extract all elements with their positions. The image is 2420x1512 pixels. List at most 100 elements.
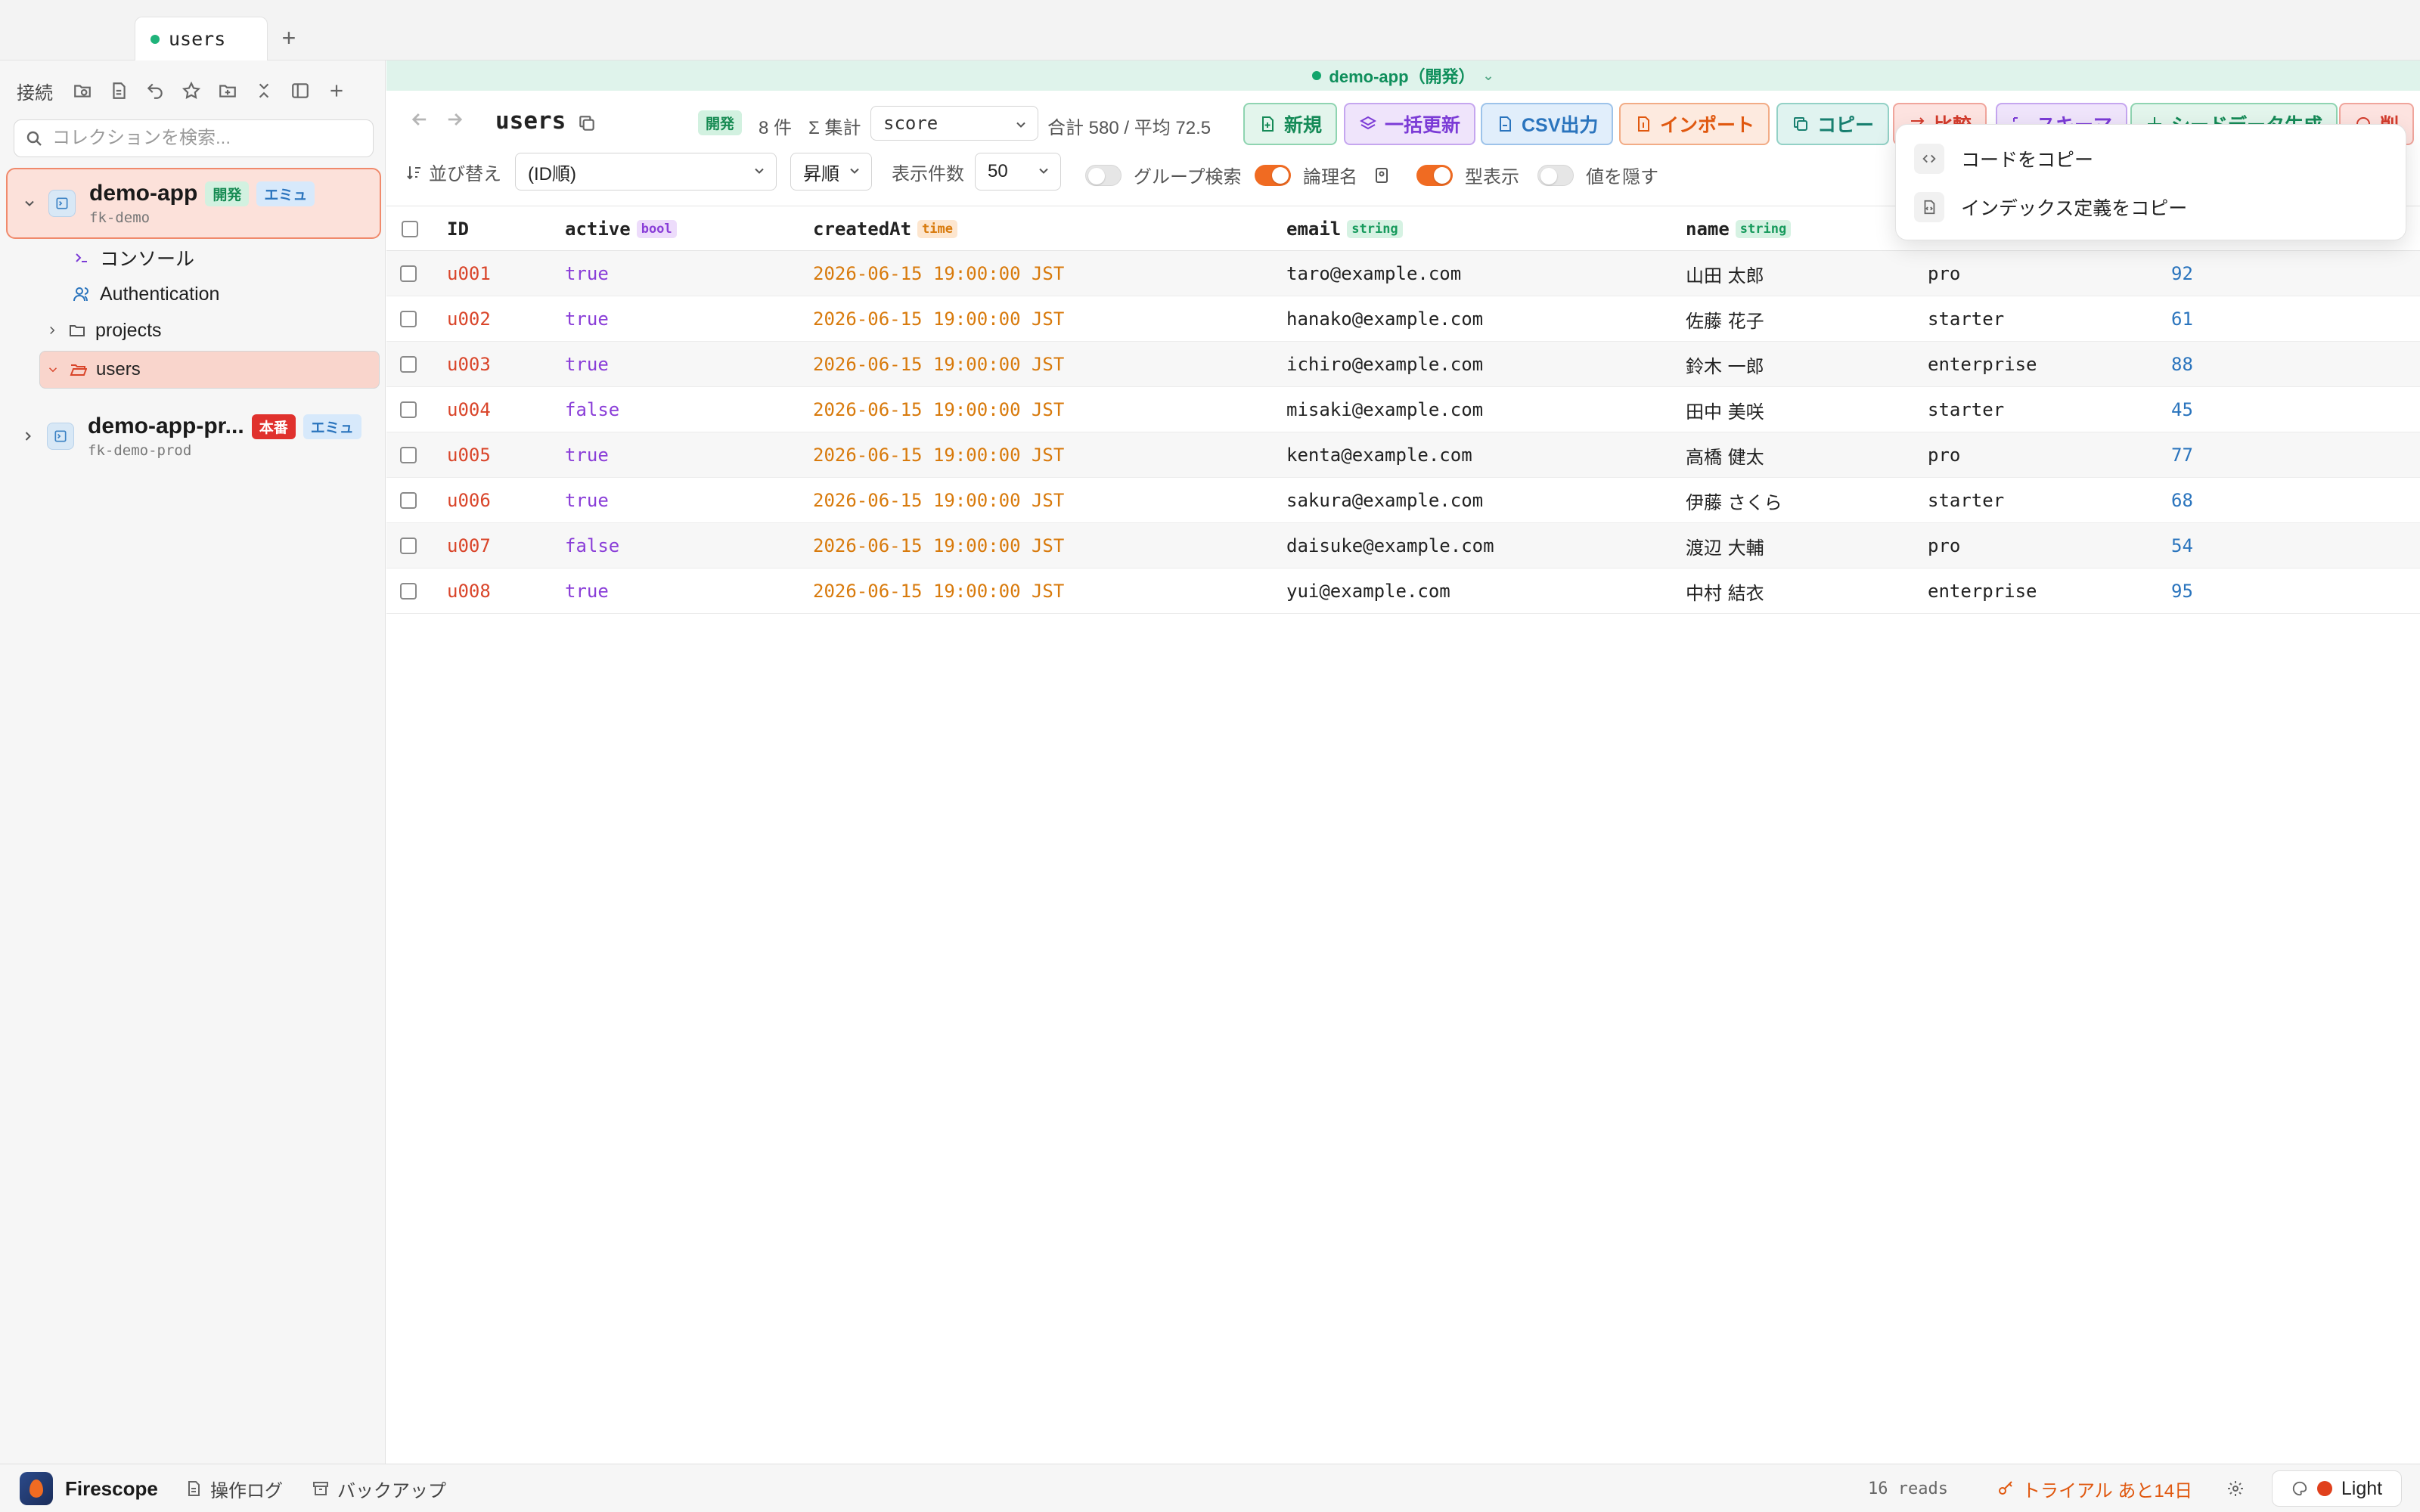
cell-score[interactable]: 45 — [2171, 387, 2193, 432]
chevron-right-icon[interactable] — [20, 429, 36, 444]
menu-item-copy-code[interactable]: コードをコピー — [1914, 140, 2093, 178]
settings-button[interactable] — [2226, 1464, 2245, 1512]
collection-search[interactable] — [14, 119, 374, 157]
menu-item-copy-index-definition[interactable]: インデックス定義をコピー — [1914, 188, 2187, 226]
connection-demo-app[interactable]: demo-app 開発 エミュ fk-demo — [6, 168, 381, 239]
cell-id[interactable]: u004 — [447, 387, 491, 432]
row-checkbox[interactable] — [400, 538, 417, 554]
row-checkbox[interactable] — [400, 492, 417, 509]
logical-name-toggle[interactable] — [1255, 164, 1291, 186]
cell-id[interactable]: u001 — [447, 251, 491, 296]
cell-score[interactable]: 54 — [2171, 523, 2193, 569]
environment-bar[interactable]: demo-app（開発） ⌄ — [386, 60, 2420, 91]
tag-icon[interactable] — [1373, 166, 1391, 184]
folder-plus-icon[interactable] — [218, 81, 237, 101]
cell-email[interactable]: yui@example.com — [1286, 569, 1450, 614]
trial-button[interactable]: トライアル あと14日 — [1996, 1464, 2192, 1512]
group-search-toggle[interactable] — [1085, 164, 1122, 186]
table-row[interactable]: u003 true 2026-06-15 19:00:00 JST ichiro… — [386, 342, 2420, 387]
aggregate-field-select[interactable]: score — [870, 106, 1038, 141]
cell-email[interactable]: taro@example.com — [1286, 251, 1461, 296]
cell-plan[interactable]: pro — [1928, 523, 1960, 569]
chevron-right-icon[interactable] — [45, 324, 59, 337]
cell-plan[interactable]: enterprise — [1928, 342, 2037, 387]
cell-active[interactable]: true — [565, 478, 609, 523]
cell-id[interactable]: u008 — [447, 569, 491, 614]
cell-name[interactable]: 田中 美咲 — [1686, 387, 1764, 432]
cell-plan[interactable]: starter — [1928, 296, 2004, 342]
cell-createdAt[interactable]: 2026-06-15 19:00:00 JST — [813, 523, 1064, 569]
bulk-update-button[interactable]: 一括更新 — [1344, 103, 1476, 145]
sidebar-item-projects[interactable]: projects — [45, 313, 162, 348]
cell-active[interactable]: false — [565, 523, 619, 569]
cell-name[interactable]: 中村 結衣 — [1686, 569, 1764, 614]
cell-email[interactable]: ichiro@example.com — [1286, 342, 1483, 387]
new-tab-button[interactable]: + — [277, 23, 301, 53]
add-connection-icon[interactable] — [327, 81, 346, 101]
row-checkbox[interactable] — [400, 265, 417, 282]
sidebar-item-users[interactable]: users — [39, 351, 380, 389]
cell-name[interactable]: 佐藤 花子 — [1686, 296, 1764, 342]
table-row[interactable]: u006 true 2026-06-15 19:00:00 JST sakura… — [386, 478, 2420, 523]
row-checkbox[interactable] — [400, 356, 417, 373]
cell-active[interactable]: true — [565, 432, 609, 478]
sidebar-item-console[interactable]: コンソール — [73, 240, 194, 275]
csv-export-button[interactable]: CSV出力 — [1481, 103, 1614, 145]
cell-score[interactable]: 92 — [2171, 251, 2193, 296]
type-display-toggle[interactable] — [1416, 164, 1453, 186]
star-icon[interactable] — [182, 81, 201, 101]
cell-createdAt[interactable]: 2026-06-15 19:00:00 JST — [813, 569, 1064, 614]
table-row[interactable]: u001 true 2026-06-15 19:00:00 JST taro@e… — [386, 251, 2420, 296]
column-header-active[interactable]: active bool — [565, 206, 677, 252]
cell-active[interactable]: false — [565, 387, 619, 432]
cell-name[interactable]: 山田 太郎 — [1686, 251, 1764, 296]
column-header-email[interactable]: email string — [1286, 206, 1403, 252]
cell-createdAt[interactable]: 2026-06-15 19:00:00 JST — [813, 251, 1064, 296]
new-document-button[interactable]: 新規 — [1243, 103, 1338, 145]
cell-plan[interactable]: pro — [1928, 251, 1960, 296]
cell-score[interactable]: 68 — [2171, 478, 2193, 523]
backup-button[interactable]: バックアップ — [312, 1464, 446, 1512]
row-checkbox[interactable] — [400, 401, 417, 418]
cell-name[interactable]: 渡辺 大輔 — [1686, 523, 1764, 569]
cell-plan[interactable]: pro — [1928, 432, 1960, 478]
cell-createdAt[interactable]: 2026-06-15 19:00:00 JST — [813, 296, 1064, 342]
cell-active[interactable]: true — [565, 251, 609, 296]
cell-plan[interactable]: enterprise — [1928, 569, 2037, 614]
table-row[interactable]: u007 false 2026-06-15 19:00:00 JST daisu… — [386, 523, 2420, 569]
back-arrow-icon[interactable] — [409, 109, 430, 130]
sort-order-select[interactable]: 昇順 — [790, 153, 872, 191]
chevron-down-icon[interactable] — [46, 363, 60, 376]
cell-id[interactable]: u005 — [447, 432, 491, 478]
cell-active[interactable]: true — [565, 569, 609, 614]
sidebar-toggle-icon[interactable] — [290, 81, 310, 101]
cell-id[interactable]: u006 — [447, 478, 491, 523]
table-row[interactable]: u008 true 2026-06-15 19:00:00 JST yui@ex… — [386, 569, 2420, 614]
cell-plan[interactable]: starter — [1928, 387, 2004, 432]
cell-name[interactable]: 伊藤 さくら — [1686, 478, 1782, 523]
cell-email[interactable]: misaki@example.com — [1286, 387, 1483, 432]
cell-name[interactable]: 高橋 健太 — [1686, 432, 1764, 478]
select-all-checkbox[interactable] — [402, 221, 418, 237]
cell-createdAt[interactable]: 2026-06-15 19:00:00 JST — [813, 432, 1064, 478]
cell-createdAt[interactable]: 2026-06-15 19:00:00 JST — [813, 342, 1064, 387]
sort-field-select[interactable]: (ID順) — [515, 153, 777, 191]
chevron-down-icon[interactable] — [22, 196, 37, 211]
collection-search-input[interactable] — [52, 128, 355, 149]
row-checkbox[interactable] — [400, 583, 417, 600]
undo-icon[interactable] — [145, 81, 165, 101]
row-checkbox[interactable] — [400, 311, 417, 327]
column-header-id[interactable]: ID — [447, 206, 469, 252]
cell-score[interactable]: 95 — [2171, 569, 2193, 614]
table-row[interactable]: u004 false 2026-06-15 19:00:00 JST misak… — [386, 387, 2420, 432]
limit-select[interactable]: 50 — [975, 153, 1061, 191]
cell-email[interactable]: daisuke@example.com — [1286, 523, 1494, 569]
theme-toggle-button[interactable]: Light — [2272, 1470, 2402, 1507]
sidebar-item-authentication[interactable]: Authentication — [73, 277, 219, 311]
cell-email[interactable]: sakura@example.com — [1286, 478, 1483, 523]
cell-id[interactable]: u003 — [447, 342, 491, 387]
cell-id[interactable]: u002 — [447, 296, 491, 342]
cell-active[interactable]: true — [565, 342, 609, 387]
cell-createdAt[interactable]: 2026-06-15 19:00:00 JST — [813, 478, 1064, 523]
copy-icon[interactable] — [577, 113, 597, 133]
